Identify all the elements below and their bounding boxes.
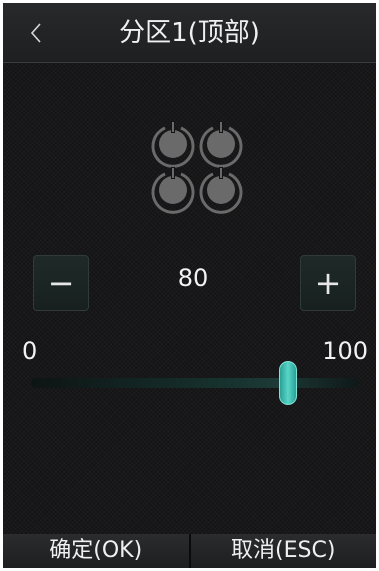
device-screen: 分区1(顶部) − 80 + 0 100 确定(OK) 取消(ESC)	[3, 3, 376, 568]
back-button[interactable]	[21, 17, 51, 49]
confirm-button[interactable]: 确定(OK)	[3, 534, 189, 568]
level-slider[interactable]	[31, 358, 359, 408]
increase-button[interactable]: +	[300, 255, 356, 311]
four-burners-icon	[151, 121, 243, 214]
bottom-bar: 确定(OK) 取消(ESC)	[3, 534, 376, 568]
slider-track[interactable]	[31, 378, 359, 388]
cancel-button[interactable]: 取消(ESC)	[190, 534, 376, 568]
chevron-left-icon	[30, 23, 41, 43]
page-title: 分区1(顶部)	[119, 18, 260, 48]
title-bar: 分区1(顶部)	[3, 3, 376, 63]
slider-thumb[interactable]	[279, 361, 297, 405]
decrease-button[interactable]: −	[33, 255, 89, 311]
current-value: 80	[177, 264, 209, 292]
